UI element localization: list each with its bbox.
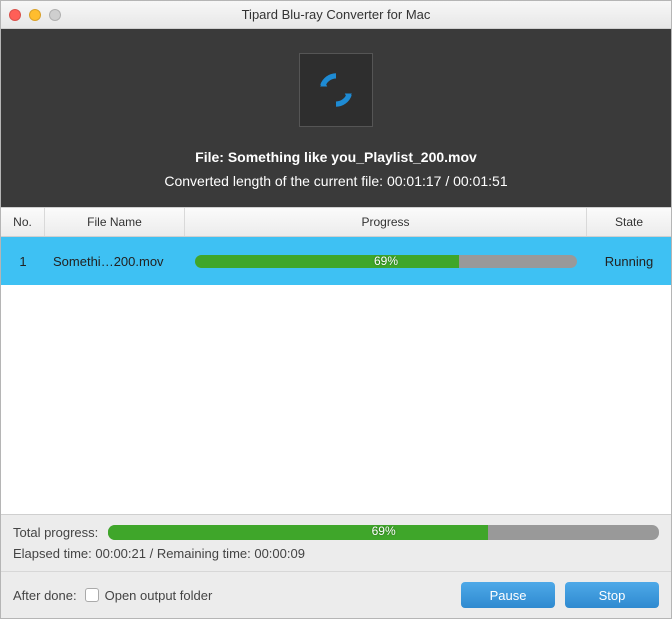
total-progress-row: Total progress: 69%	[1, 515, 671, 546]
row-progress-cell: 69%	[185, 255, 587, 268]
pause-button[interactable]: Pause	[461, 582, 555, 608]
convert-icon-tile	[299, 53, 373, 127]
open-output-folder-checkbox[interactable]	[85, 588, 99, 602]
total-progress-bar: 69%	[108, 525, 659, 540]
col-no: No.	[1, 208, 45, 236]
table-header: No. File Name Progress State	[1, 207, 671, 237]
row-progress-percent: 69%	[195, 255, 577, 268]
row-file-name: Somethi…200.mov	[45, 254, 185, 269]
hero-panel: File: Something like you_Playlist_200.mo…	[1, 29, 671, 207]
row-progress-bar: 69%	[195, 255, 577, 268]
col-file-name: File Name	[45, 208, 185, 236]
stop-button[interactable]: Stop	[565, 582, 659, 608]
action-row: After done: Open output folder Pause Sto…	[1, 571, 671, 618]
col-state: State	[587, 208, 671, 236]
current-file-label: File: Something like you_Playlist_200.mo…	[1, 149, 671, 165]
titlebar: Tipard Blu-ray Converter for Mac	[1, 1, 671, 29]
row-state: Running	[587, 254, 671, 269]
total-progress-percent: 69%	[108, 525, 659, 538]
refresh-icon	[314, 68, 358, 112]
time-row: Elapsed time: 00:00:21 / Remaining time:…	[1, 546, 671, 571]
open-output-folder-label: Open output folder	[105, 588, 213, 603]
close-icon[interactable]	[9, 9, 21, 21]
minimize-icon[interactable]	[29, 9, 41, 21]
list-empty-area	[1, 285, 671, 514]
window-title: Tipard Blu-ray Converter for Mac	[1, 7, 671, 22]
col-progress: Progress	[185, 208, 587, 236]
converted-length-label: Converted length of the current file: 00…	[1, 173, 671, 189]
after-done-label: After done:	[13, 588, 77, 603]
table-row[interactable]: 1 Somethi…200.mov 69% Running	[1, 237, 671, 285]
total-progress-label: Total progress:	[13, 525, 98, 540]
window-controls	[9, 9, 61, 21]
zoom-icon	[49, 9, 61, 21]
footer: Total progress: 69% Elapsed time: 00:00:…	[1, 514, 671, 618]
row-no: 1	[1, 254, 45, 269]
